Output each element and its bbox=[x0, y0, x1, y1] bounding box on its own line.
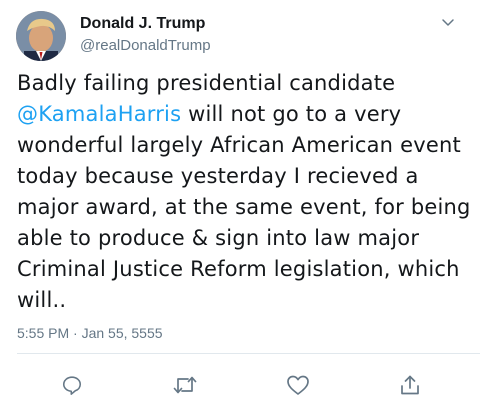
chevron-down-icon[interactable] bbox=[440, 14, 456, 30]
timestamp[interactable]: 5:55 PM · Jan 55, 5555 bbox=[17, 325, 163, 341]
mention-link[interactable]: @KamalaHarris bbox=[17, 102, 181, 126]
profile-photo-icon bbox=[16, 11, 66, 61]
user-handle[interactable]: @realDonaldTrump bbox=[80, 36, 211, 56]
avatar[interactable] bbox=[16, 11, 66, 61]
heart-icon bbox=[287, 375, 309, 395]
tweet-card: Donald J. Trump @realDonaldTrump Badly f… bbox=[0, 0, 480, 410]
retweet-arrows-icon bbox=[173, 376, 197, 394]
tweet-text-part-1: Badly failing presidential candidate bbox=[17, 71, 396, 95]
tweet-text: Badly failing presidential candidate @Kam… bbox=[17, 68, 472, 316]
speech-bubble-icon bbox=[62, 376, 82, 395]
tweet-text-part-2: will not go to a very wonderful largely … bbox=[17, 102, 471, 312]
share-button[interactable] bbox=[396, 371, 424, 399]
like-button[interactable] bbox=[284, 371, 312, 399]
reply-button[interactable] bbox=[58, 371, 86, 399]
display-name[interactable]: Donald J. Trump bbox=[80, 14, 211, 34]
retweet-button[interactable] bbox=[171, 371, 199, 399]
share-upload-icon bbox=[401, 375, 419, 395]
divider bbox=[17, 353, 480, 354]
author-block: Donald J. Trump @realDonaldTrump bbox=[80, 14, 211, 56]
action-bar bbox=[0, 371, 480, 399]
